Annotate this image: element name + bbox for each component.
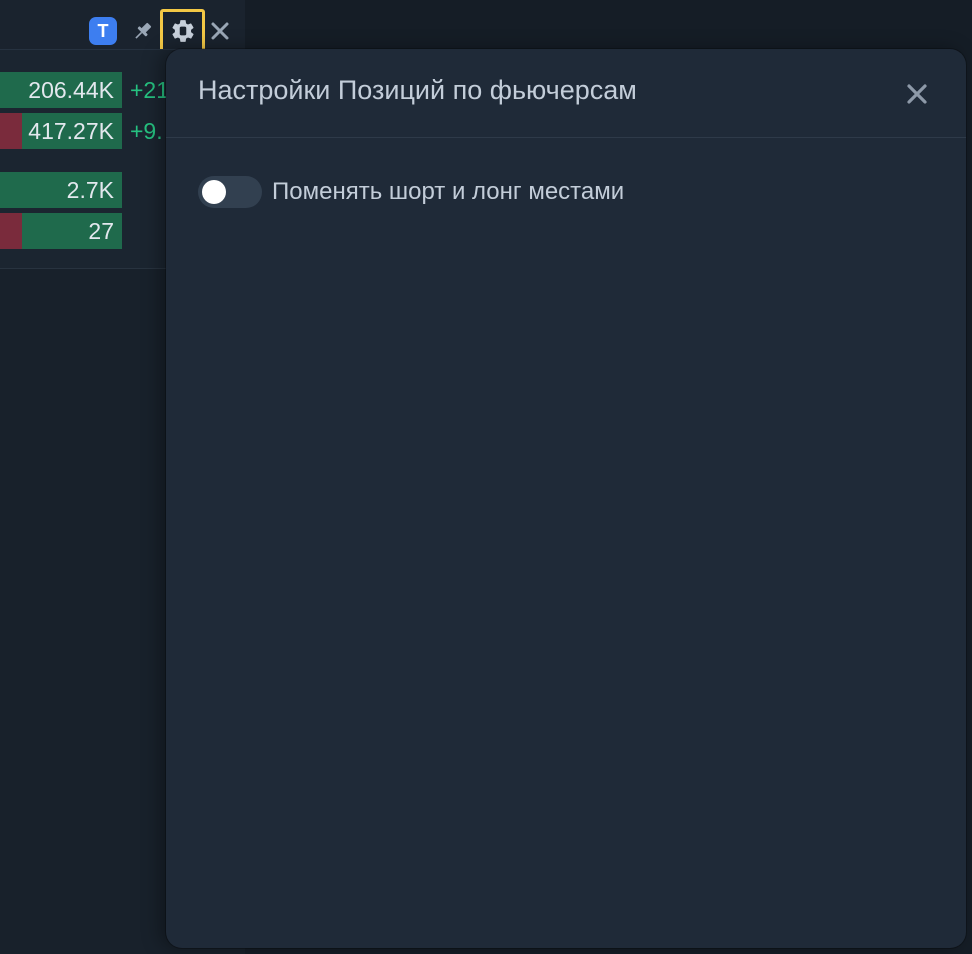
delta-value-2: +9. bbox=[130, 117, 163, 144]
modal-header: Настройки Позиций по фьючерсам bbox=[166, 49, 966, 137]
settings-button[interactable] bbox=[160, 9, 205, 53]
bar-value: 417.27K bbox=[28, 117, 114, 144]
modal-title: Настройки Позиций по фьючерсам bbox=[198, 75, 637, 105]
modal-divider bbox=[166, 137, 966, 138]
pin-icon[interactable] bbox=[128, 16, 158, 46]
swap-short-long-toggle[interactable] bbox=[198, 176, 262, 208]
app-root: T 206.44K +21 417.27K +9. 2.7K 27 Настро… bbox=[0, 0, 972, 954]
gear-icon bbox=[171, 20, 194, 42]
delta-value-1: +21 bbox=[130, 76, 170, 103]
close-icon[interactable] bbox=[902, 79, 932, 109]
toggle-knob bbox=[202, 180, 226, 204]
value-bar-1: 206.44K bbox=[0, 72, 122, 108]
short-portion bbox=[0, 113, 22, 149]
bar-value: 206.44K bbox=[28, 76, 114, 103]
value-bar-4: 27 bbox=[0, 213, 122, 249]
ticker-badge[interactable]: T bbox=[89, 17, 117, 45]
widget-header: T bbox=[0, 0, 245, 53]
setting-swap-short-long: Поменять шорт и лонг местами bbox=[198, 175, 624, 209]
bar-value: 2.7K bbox=[66, 176, 114, 203]
value-bar-2: 417.27K bbox=[0, 113, 122, 149]
value-bar-3: 2.7K bbox=[0, 172, 122, 208]
close-icon[interactable] bbox=[205, 16, 235, 46]
settings-modal: Настройки Позиций по фьючерсам Поменять … bbox=[166, 49, 966, 948]
short-portion bbox=[0, 213, 22, 249]
setting-label: Поменять шорт и лонг местами bbox=[272, 178, 625, 205]
bar-value: 27 bbox=[88, 217, 114, 244]
